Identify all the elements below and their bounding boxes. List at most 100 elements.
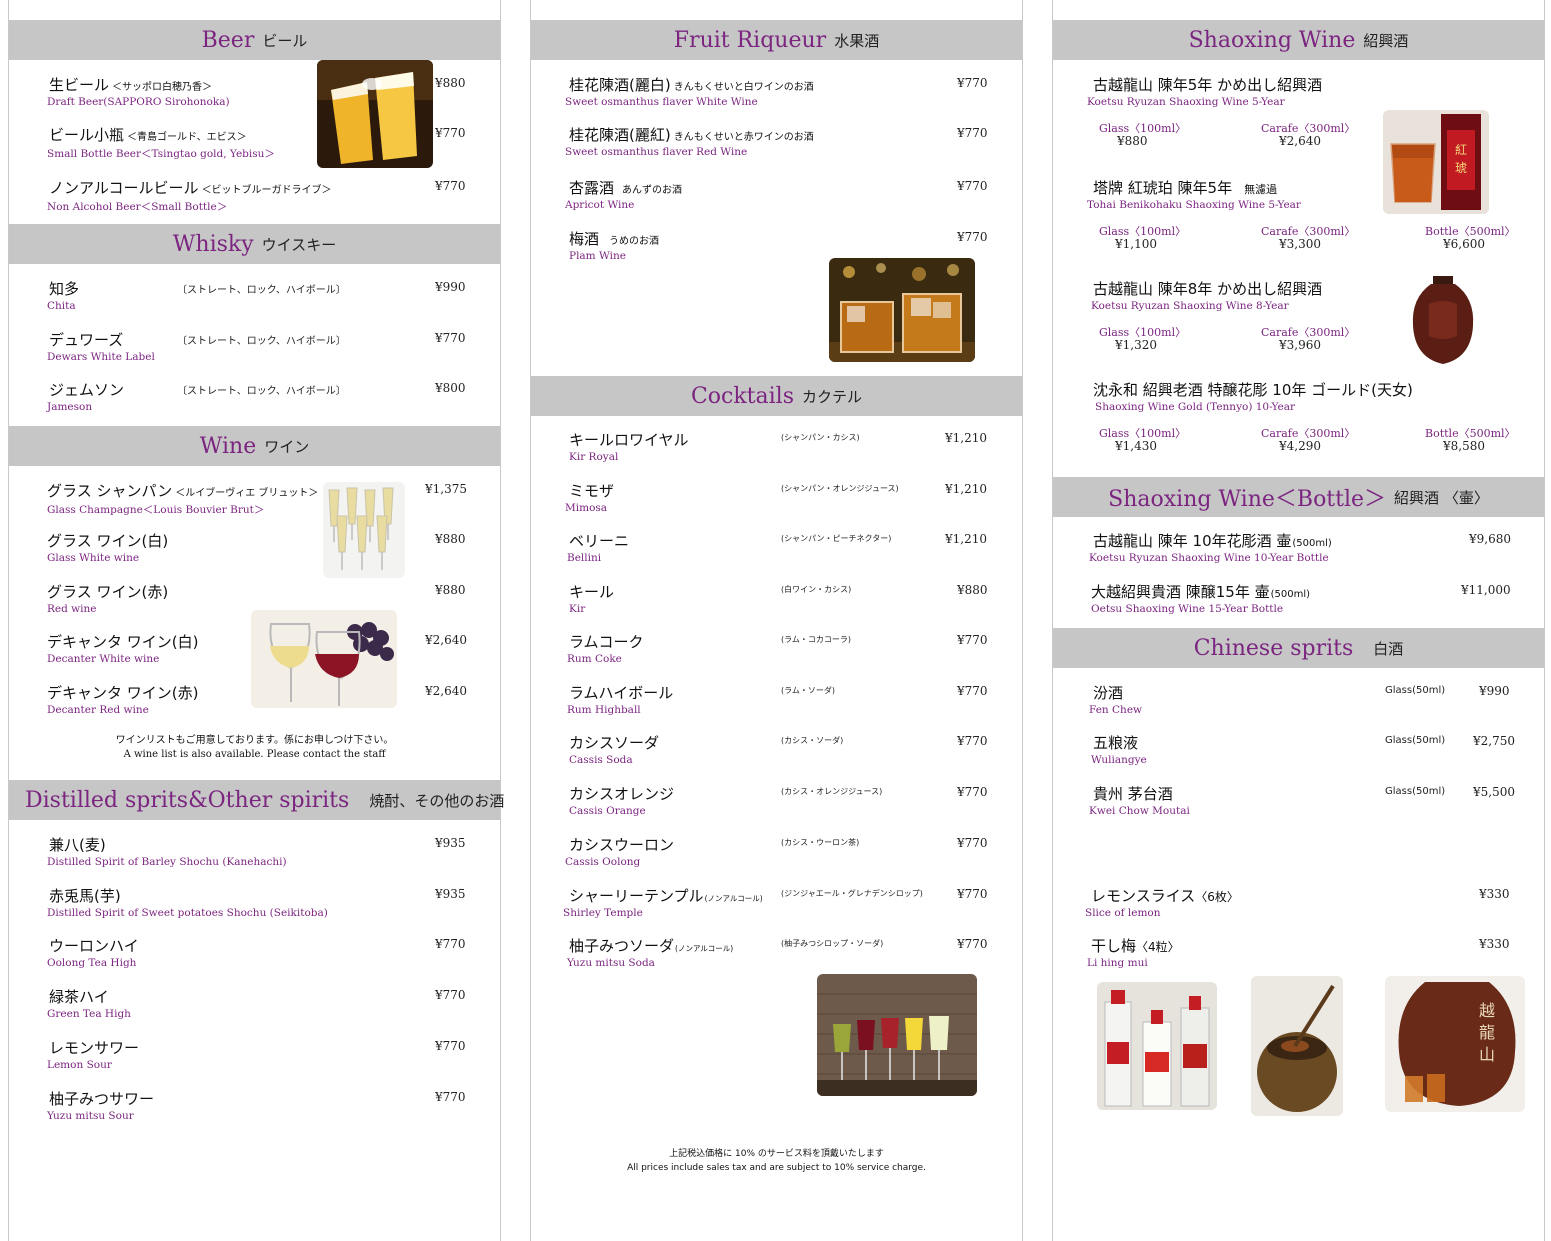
item-price: ¥770: [435, 179, 466, 193]
item-english: Draft Beer(SAPPORO Sirohonoka): [47, 96, 230, 108]
menu-item: ウーロンハイ Oolong Tea High ¥770: [9, 935, 500, 979]
item-description: 〔ストレート、ロック、ハイボール〕: [177, 285, 346, 296]
item-english: Green Tea High: [47, 1008, 131, 1020]
header-jp: 水果酒: [834, 31, 880, 50]
item-price: ¥770: [957, 937, 988, 951]
item-name: 古越龍山 陳年5年 かめ出し紹興酒: [1093, 76, 1323, 94]
item-price: ¥1,210: [945, 532, 987, 546]
item-english: Jameson: [47, 401, 93, 413]
menu-item: 柚子みつサワー Yuzu mitsu Sour ¥770: [9, 1088, 500, 1132]
shaoxing-bottle-image: 紅 琥: [1383, 110, 1489, 214]
item-english: Tohai Benikohaku Shaoxing Wine 5-Year: [1087, 199, 1301, 211]
item-name: デキャンタ ワイン(白): [47, 633, 199, 651]
item-price: ¥770: [435, 1090, 466, 1104]
item-name: 古越龍山 陳年 10年花彫酒 壷: [1093, 532, 1292, 550]
section-header-shaoxing: Shaoxing Wine 紹興酒: [1053, 20, 1544, 60]
item-name: 兼八(麦): [49, 836, 106, 854]
size-carafe: Carafe〈300ml〉 ¥4,290: [1261, 425, 1361, 459]
item-name: ラムハイボール: [569, 684, 674, 702]
item-english: Dewars White Label: [47, 351, 155, 363]
item-name: 桂花陳酒(麗白): [569, 76, 671, 94]
item-description: 〔ストレート、ロック、ハイボール〕: [177, 336, 346, 347]
item-english: Distilled Spirit of Barley Shochu (Kaneh…: [47, 856, 287, 868]
header-en: Cocktails: [690, 383, 795, 409]
item-description: (カシス・ウーロン茶): [781, 838, 860, 847]
header-en: Shaoxing Wine＜Bottle＞: [1108, 487, 1387, 512]
header-en: Chinese sprits: [1193, 635, 1354, 661]
menu-item: レモンサワー Lemon Sour ¥770: [9, 1037, 500, 1081]
svg-text:琥: 琥: [1455, 161, 1467, 175]
item-name: 梅酒: [569, 230, 600, 248]
item-name: 桂花陳酒(麗紅): [569, 126, 671, 144]
item-name: ビール小瓶: [49, 126, 125, 144]
item-english: Plam Wine: [569, 250, 626, 262]
menu-item: キール (白ワイン・カシス) Kir ¥880: [531, 581, 1022, 625]
item-name: 柚子みつサワー: [49, 1090, 155, 1108]
section-header-cocktails: Cocktails カクテル: [531, 376, 1022, 416]
menu-column-2: Fruit Riqueur 水果酒 桂花陳酒(麗白) きんもくせいと白ワインのお酒…: [530, 0, 1023, 1241]
menu-item: シャーリーテンプル(ノンアルコール) (ジンジャエール・グレナデンシロップ) S…: [531, 885, 1022, 929]
item-name: キールロワイヤル: [569, 431, 689, 449]
item-name: 赤兎馬(芋): [49, 887, 121, 905]
item-price: ¥990: [435, 280, 466, 294]
clay-jar-icon: [1405, 274, 1481, 366]
item-name: カシスウーロン: [569, 836, 675, 854]
item-detail: ＜青島ゴールド、エビス＞: [127, 132, 247, 143]
item-english: Chita: [47, 300, 76, 312]
wine-glasses-icon: [251, 610, 397, 708]
item-english: Rum Highball: [567, 704, 641, 716]
size-bottle: Bottle〈500ml〉 ¥6,600: [1425, 223, 1525, 257]
item-detail: (ノンアルコール): [675, 944, 734, 953]
note-en: A wine list is also available. Please co…: [123, 749, 386, 760]
menu-item: デュワーズ 〔ストレート、ロック、ハイボール〕 Dewars White Lab…: [9, 329, 500, 373]
item-name: レモンスライス: [1091, 887, 1196, 905]
item-price: ¥770: [435, 937, 466, 951]
item-description: 〔ストレート、ロック、ハイボール〕: [177, 386, 346, 397]
svg-text:越: 越: [1479, 1001, 1495, 1020]
service-charge-footer: 上記税込価格に 10% のサービス料を頂戴いたします All prices in…: [531, 1147, 1022, 1175]
header-en: Beer: [201, 27, 255, 53]
item-english: Apricot Wine: [565, 199, 635, 211]
item-english: Cassis Orange: [569, 805, 646, 817]
header-jp: 白酒: [1373, 639, 1404, 658]
item-name: ノンアルコールビール: [49, 179, 199, 197]
baijiu-bottles-image: [1097, 982, 1217, 1110]
item-english: Cassis Oolong: [565, 856, 641, 868]
item-price: ¥770: [957, 785, 988, 799]
item-english: Shirley Temple: [563, 907, 643, 919]
size-glass: Glass〈100ml〉 ¥1,320: [1099, 324, 1199, 358]
item-price: ¥770: [435, 1039, 466, 1053]
wine-glasses-image: [251, 610, 397, 708]
item-name: 生ビール: [49, 76, 110, 94]
item-english: Sweet osmanthus flaver White Wine: [565, 96, 758, 108]
item-detail: ＜サッポロ白穂乃香＞: [112, 82, 213, 93]
item-name: グラス ワイン(赤): [47, 583, 169, 601]
size-price: ¥880: [1117, 134, 1148, 148]
item-english: Yuzu mitsu Soda: [567, 957, 655, 969]
item-description: (カシス・オレンジジュース): [781, 787, 883, 796]
item-glass-size: Glass(50ml): [1385, 685, 1446, 696]
item-price: ¥880: [435, 583, 466, 597]
item-english: Glass White wine: [47, 552, 140, 564]
size-price: ¥1,430: [1115, 439, 1157, 453]
item-price: ¥9,680: [1469, 532, 1511, 546]
item-price: ¥2,640: [425, 684, 467, 698]
item-name: 緑茶ハイ: [49, 988, 109, 1006]
item-english: Bellini: [567, 552, 602, 564]
item-english: Li hing mui: [1087, 957, 1148, 969]
item-name: 塔牌 紅琥珀 陳年5年: [1093, 179, 1233, 197]
item-name: デュワーズ: [49, 331, 124, 349]
item-glass-size: Glass(50ml): [1385, 786, 1446, 797]
item-english: Decanter White wine: [47, 653, 160, 665]
section-header-distilled: Distilled sprits&Other spirits 焼酎、その他のお酒: [9, 780, 504, 820]
ladle-jar-image: [1251, 976, 1343, 1116]
section-header-shaoxing-bottle: Shaoxing Wine＜Bottle＞ 紹興酒 〈壷〉: [1053, 477, 1544, 517]
cocktail-glasses-image: [817, 974, 977, 1096]
item-price: ¥330: [1479, 937, 1510, 951]
item-price: ¥880: [435, 76, 466, 90]
note-jp: ワインリストもご用意しております。係にお申しつけ下さい。: [115, 735, 394, 746]
item-name: グラス ワイン(白): [47, 532, 169, 550]
size-bottle: Bottle〈500ml〉 ¥8,580: [1425, 425, 1525, 459]
svg-text:紅: 紅: [1455, 143, 1467, 157]
size-price: ¥8,580: [1443, 439, 1485, 453]
